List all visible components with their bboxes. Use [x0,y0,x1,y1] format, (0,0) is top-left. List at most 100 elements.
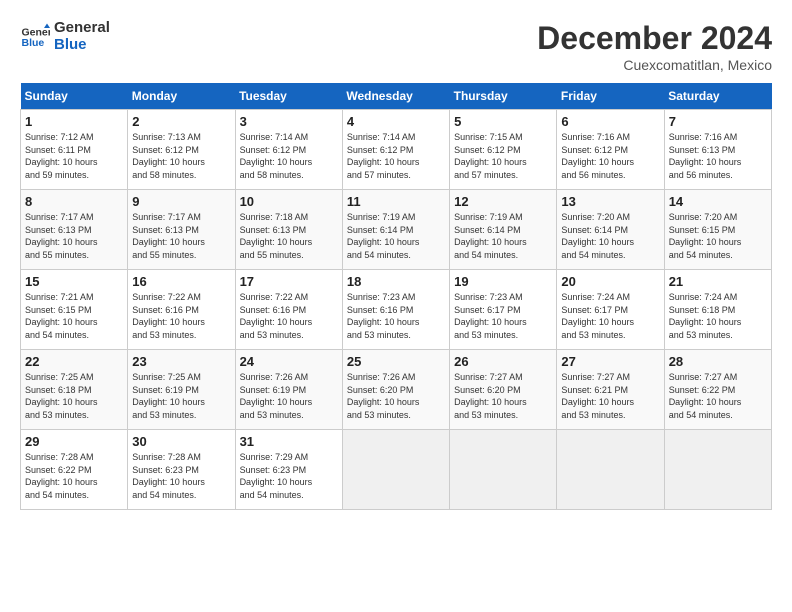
calendar-cell: 30Sunrise: 7:28 AMSunset: 6:23 PMDayligh… [128,430,235,510]
day-info: Sunrise: 7:14 AMSunset: 6:12 PMDaylight:… [347,131,445,181]
calendar-cell: 20 Sunrise: 7:24 AMSunset: 6:17 PMDayligh… [557,270,664,350]
day-number: 29 [25,434,123,449]
weekday-header-tuesday: Tuesday [235,83,342,110]
month-title: December 2024 [537,20,772,57]
day-number: 22 [25,354,123,369]
day-number: 2 [132,114,230,129]
calendar-cell: 15Sunrise: 7:21 AMSunset: 6:15 PMDayligh… [21,270,128,350]
day-number: 21 [669,274,767,289]
day-info: Sunrise: 7:20 AMSunset: 6:15 PMDaylight:… [669,211,767,261]
calendar-cell [450,430,557,510]
calendar-cell: 25 Sunrise: 7:26 AMSunset: 6:20 PMDayligh… [342,350,449,430]
day-number: 20 [561,274,659,289]
day-info: Sunrise: 7:20 AMSunset: 6:14 PMDaylight:… [561,211,659,261]
day-number: 16 [132,274,230,289]
day-number: 19 [454,274,552,289]
logo: General Blue General Blue [20,20,110,53]
calendar-cell: 16 Sunrise: 7:22 AMSunset: 6:16 PMDayligh… [128,270,235,350]
day-number: 1 [25,114,123,129]
day-info: Sunrise: 7:17 AMSunset: 6:13 PMDaylight:… [25,211,123,261]
day-number: 12 [454,194,552,209]
day-number: 8 [25,194,123,209]
day-info: Sunrise: 7:23 AMSunset: 6:17 PMDaylight:… [454,291,552,341]
calendar-cell [342,430,449,510]
day-info: Sunrise: 7:24 AMSunset: 6:18 PMDaylight:… [669,291,767,341]
day-number: 10 [240,194,338,209]
day-number: 25 [347,354,445,369]
calendar-cell: 10 Sunrise: 7:18 AMSunset: 6:13 PMDayligh… [235,190,342,270]
day-info: Sunrise: 7:26 AMSunset: 6:19 PMDaylight:… [240,371,338,421]
day-info: Sunrise: 7:19 AMSunset: 6:14 PMDaylight:… [347,211,445,261]
day-number: 11 [347,194,445,209]
weekday-header-wednesday: Wednesday [342,83,449,110]
calendar-cell: 23 Sunrise: 7:25 AMSunset: 6:19 PMDayligh… [128,350,235,430]
day-number: 31 [240,434,338,449]
day-info: Sunrise: 7:28 AMSunset: 6:23 PMDaylight:… [132,451,230,501]
calendar-cell: 8 Sunrise: 7:17 AMSunset: 6:13 PMDaylight… [21,190,128,270]
day-info: Sunrise: 7:16 AMSunset: 6:13 PMDaylight:… [669,131,767,181]
day-number: 24 [240,354,338,369]
day-number: 4 [347,114,445,129]
calendar-cell: 29 Sunrise: 7:28 AMSunset: 6:22 PMDayligh… [21,430,128,510]
weekday-header-friday: Friday [557,83,664,110]
day-info: Sunrise: 7:28 AMSunset: 6:22 PMDaylight:… [25,451,123,501]
day-info: Sunrise: 7:17 AMSunset: 6:13 PMDaylight:… [132,211,230,261]
weekday-header-sunday: Sunday [21,83,128,110]
title-block: December 2024 Cuexcomatitlan, Mexico [537,20,772,73]
header-row: SundayMondayTuesdayWednesdayThursdayFrid… [21,83,772,110]
calendar-cell: 31 Sunrise: 7:29 AMSunset: 6:23 PMDayligh… [235,430,342,510]
logo-icon: General Blue [20,22,50,52]
calendar-cell: 13 Sunrise: 7:20 AMSunset: 6:14 PMDayligh… [557,190,664,270]
day-number: 15 [25,274,123,289]
weekday-header-saturday: Saturday [664,83,771,110]
day-number: 23 [132,354,230,369]
logo-blue: Blue [54,37,110,54]
day-info: Sunrise: 7:18 AMSunset: 6:13 PMDaylight:… [240,211,338,261]
calendar-cell: 12 Sunrise: 7:19 AMSunset: 6:14 PMDayligh… [450,190,557,270]
day-info: Sunrise: 7:25 AMSunset: 6:19 PMDaylight:… [132,371,230,421]
day-info: Sunrise: 7:13 AMSunset: 6:12 PMDaylight:… [132,131,230,181]
week-row-3: 15Sunrise: 7:21 AMSunset: 6:15 PMDayligh… [21,270,772,350]
day-info: Sunrise: 7:26 AMSunset: 6:20 PMDaylight:… [347,371,445,421]
week-row-5: 29 Sunrise: 7:28 AMSunset: 6:22 PMDayligh… [21,430,772,510]
day-info: Sunrise: 7:24 AMSunset: 6:17 PMDaylight:… [561,291,659,341]
day-number: 18 [347,274,445,289]
day-number: 7 [669,114,767,129]
day-number: 26 [454,354,552,369]
day-info: Sunrise: 7:29 AMSunset: 6:23 PMDaylight:… [240,451,338,501]
calendar-cell: 21 Sunrise: 7:24 AMSunset: 6:18 PMDayligh… [664,270,771,350]
calendar-cell: 1 Sunrise: 7:12 AMSunset: 6:11 PMDaylight… [21,110,128,190]
day-number: 13 [561,194,659,209]
week-row-2: 8 Sunrise: 7:17 AMSunset: 6:13 PMDaylight… [21,190,772,270]
day-info: Sunrise: 7:12 AMSunset: 6:11 PMDaylight:… [25,131,123,181]
day-number: 9 [132,194,230,209]
week-row-1: 1 Sunrise: 7:12 AMSunset: 6:11 PMDaylight… [21,110,772,190]
week-row-4: 22 Sunrise: 7:25 AMSunset: 6:18 PMDayligh… [21,350,772,430]
calendar-cell: 14 Sunrise: 7:20 AMSunset: 6:15 PMDayligh… [664,190,771,270]
calendar-cell: 2 Sunrise: 7:13 AMSunset: 6:12 PMDaylight… [128,110,235,190]
calendar-cell: 7 Sunrise: 7:16 AMSunset: 6:13 PMDaylight… [664,110,771,190]
calendar-cell: 28Sunrise: 7:27 AMSunset: 6:22 PMDayligh… [664,350,771,430]
day-number: 6 [561,114,659,129]
weekday-header-thursday: Thursday [450,83,557,110]
day-number: 27 [561,354,659,369]
day-info: Sunrise: 7:22 AMSunset: 6:16 PMDaylight:… [240,291,338,341]
day-info: Sunrise: 7:16 AMSunset: 6:12 PMDaylight:… [561,131,659,181]
day-number: 3 [240,114,338,129]
day-info: Sunrise: 7:27 AMSunset: 6:20 PMDaylight:… [454,371,552,421]
day-info: Sunrise: 7:22 AMSunset: 6:16 PMDaylight:… [132,291,230,341]
calendar-cell: 17Sunrise: 7:22 AMSunset: 6:16 PMDayligh… [235,270,342,350]
day-info: Sunrise: 7:25 AMSunset: 6:18 PMDaylight:… [25,371,123,421]
calendar-cell: 3Sunrise: 7:14 AMSunset: 6:12 PMDaylight… [235,110,342,190]
calendar-cell: 11 Sunrise: 7:19 AMSunset: 6:14 PMDayligh… [342,190,449,270]
day-info: Sunrise: 7:19 AMSunset: 6:14 PMDaylight:… [454,211,552,261]
logo-general: General [54,20,110,37]
day-number: 14 [669,194,767,209]
calendar-cell: 5Sunrise: 7:15 AMSunset: 6:12 PMDaylight… [450,110,557,190]
calendar-table: SundayMondayTuesdayWednesdayThursdayFrid… [20,83,772,510]
day-info: Sunrise: 7:23 AMSunset: 6:16 PMDaylight:… [347,291,445,341]
calendar-cell: 18 Sunrise: 7:23 AMSunset: 6:16 PMDayligh… [342,270,449,350]
calendar-cell: 26 Sunrise: 7:27 AMSunset: 6:20 PMDayligh… [450,350,557,430]
page-header: General Blue General Blue December 2024 … [20,20,772,73]
calendar-cell [664,430,771,510]
